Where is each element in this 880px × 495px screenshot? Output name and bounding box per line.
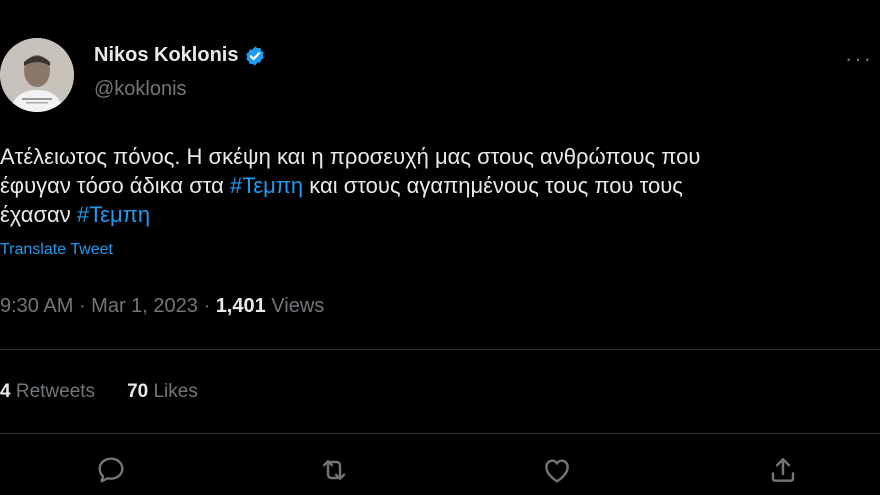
tweet-text: Ατέλειωτος πόνος. Η σκέψη και η προσευχή…: [0, 142, 875, 229]
views-count: 1,401: [215, 295, 266, 317]
tweet-time[interactable]: 9:30 AM: [0, 295, 73, 317]
avatar-image: [0, 38, 74, 112]
retweets-count: 4: [0, 381, 11, 402]
author-name-row[interactable]: Nikos Koklonis: [94, 44, 266, 67]
tweet-line-2a: έφυγαν τόσο άδικα στα: [0, 173, 230, 198]
more-icon[interactable]: ···: [845, 46, 873, 72]
tweet-stats: 4 Retweets 70 Likes: [0, 381, 198, 403]
views-label: Views: [265, 295, 325, 317]
divider: [0, 349, 880, 350]
tweet-line-2b: και στους αγαπημένους τους που τους: [303, 173, 683, 198]
verified-badge-icon: [244, 45, 266, 67]
like-icon[interactable]: [541, 454, 573, 486]
likes-count: 70: [127, 381, 149, 402]
retweet-icon[interactable]: [318, 454, 350, 486]
retweets-stat[interactable]: 4 Retweets: [0, 381, 95, 402]
tweet-line-3a: έχασαν: [0, 202, 77, 227]
tweet-line-1: Ατέλειωτος πόνος. Η σκέψη και η προσευχή…: [0, 144, 701, 169]
tweet-meta: 9:30 AM · Mar 1, 2023 · 1,401 Views: [0, 295, 324, 318]
translate-tweet-link[interactable]: Translate Tweet: [0, 241, 113, 259]
divider: [0, 433, 880, 434]
meta-separator: ·: [73, 295, 92, 317]
share-icon[interactable]: [767, 454, 799, 486]
hashtag-link[interactable]: #Τεμπη: [230, 173, 303, 198]
reply-icon[interactable]: [95, 454, 127, 486]
avatar[interactable]: [0, 38, 74, 112]
meta-separator: ·: [197, 295, 216, 317]
tweet-date[interactable]: Mar 1, 2023: [91, 295, 198, 317]
likes-stat[interactable]: 70 Likes: [127, 381, 198, 402]
likes-label: Likes: [148, 381, 198, 402]
hashtag-link[interactable]: #Τεμπη: [77, 202, 150, 227]
retweets-label: Retweets: [10, 381, 96, 402]
author-handle[interactable]: @koklonis: [94, 78, 187, 101]
author-name[interactable]: Nikos Koklonis: [94, 44, 238, 67]
